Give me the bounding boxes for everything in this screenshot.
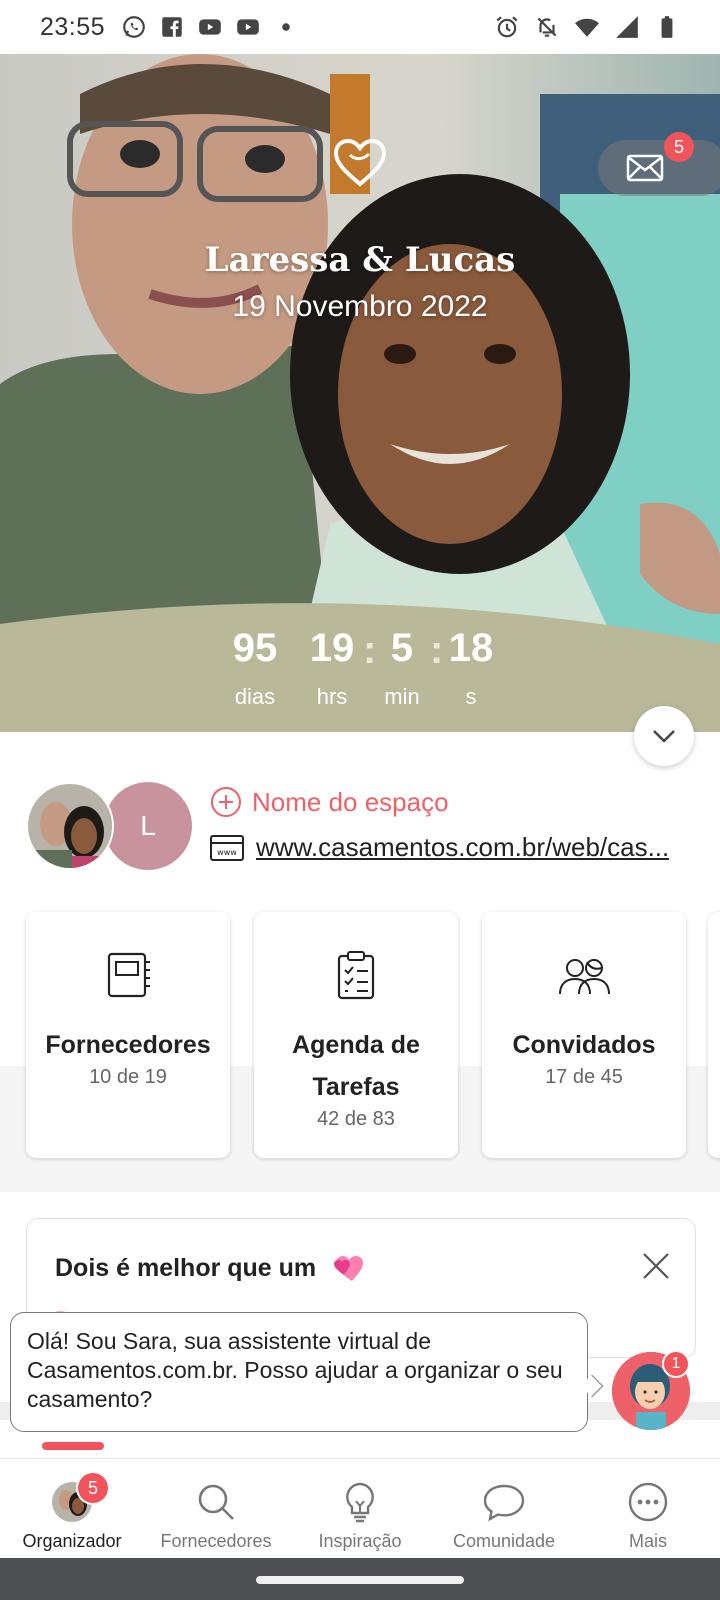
venue-label: Nome do espaço <box>252 786 449 817</box>
organizer-badge: 5 <box>76 1471 110 1505</box>
notebook-icon <box>107 952 150 998</box>
chevron-down-icon <box>653 730 675 743</box>
card-count: 10 de 19 <box>89 1066 167 1088</box>
add-venue-link[interactable]: Nome do espaço <box>210 786 449 818</box>
home-gesture-handle[interactable] <box>256 1576 464 1584</box>
card-count: 17 de 45 <box>545 1066 623 1088</box>
countdown-separator: : <box>430 628 444 672</box>
more-options-icon <box>628 1482 668 1522</box>
bottom-navigation: Organizador 5 Fornecedores Inspiração Co… <box>0 1458 720 1558</box>
hearts-icon <box>334 1256 364 1281</box>
add-circle-icon <box>211 787 241 817</box>
card-agenda-tarefas[interactable]: Agenda de Tarefas 42 de 83 <box>254 912 458 1158</box>
search-icon <box>198 1484 234 1520</box>
messages-button[interactable] <box>598 140 720 196</box>
profile-row: L Nome do espaço www www.casamentos.com.… <box>26 780 706 870</box>
alarm-icon <box>494 14 520 40</box>
more-notifications-dot-icon <box>273 14 299 40</box>
svg-text:www: www <box>217 848 237 857</box>
whatsapp-icon <box>121 14 147 40</box>
status-time: 23:55 <box>40 12 106 41</box>
youtube-icon <box>197 14 223 40</box>
card-title: Fornecedores <box>45 1031 211 1059</box>
nav-inspiracao[interactable]: Inspiração <box>288 1459 432 1558</box>
nav-comunidade[interactable]: Comunidade <box>432 1459 576 1558</box>
youtube-icon-2 <box>235 14 261 40</box>
system-gesture-bar <box>0 1558 720 1600</box>
chat-bubble-icon <box>483 1484 525 1522</box>
guests-icon <box>559 959 610 995</box>
countdown-days: 95 dias <box>232 626 278 709</box>
close-icon[interactable] <box>639 1249 673 1283</box>
card-title: Agenda de Tarefas <box>292 1031 420 1101</box>
tip-title: Dois é melhor que um <box>55 1253 366 1283</box>
notification-icons <box>121 14 299 40</box>
website-url: www.casamentos.com.br/web/cas... <box>256 832 670 862</box>
signal-icon <box>614 14 640 40</box>
couple-names: Laressa & Lucas <box>204 240 516 280</box>
status-bar: 23:55 <box>0 0 720 54</box>
collapse-hero-button[interactable] <box>634 706 694 766</box>
nav-organizador[interactable]: Organizador 5 <box>0 1459 144 1558</box>
card-next-peek[interactable] <box>708 912 720 1158</box>
envelope-icon <box>626 154 664 182</box>
card-count: 42 de 83 <box>317 1108 395 1130</box>
card-fornecedores[interactable]: Fornecedores 10 de 19 <box>26 912 230 1158</box>
card-title: Convidados <box>512 1031 656 1059</box>
assistant-badge: 1 <box>662 1350 690 1378</box>
heart-logo-icon <box>333 138 387 187</box>
countdown-minutes: 5 min <box>384 626 420 709</box>
countdown-separator: : <box>363 628 377 672</box>
system-icons <box>494 14 680 40</box>
lightbulb-icon <box>346 1482 374 1523</box>
facebook-icon <box>159 14 185 40</box>
battery-icon <box>654 14 680 40</box>
couple-avatar[interactable] <box>26 782 114 870</box>
countdown: 95 dias 19 hrs : 5 min : 18 s <box>0 628 720 728</box>
nav-mais[interactable]: Mais <box>576 1459 720 1558</box>
assistant-message-bubble[interactable]: Olá! Sou Sara, sua assistente virtual de… <box>10 1312 588 1432</box>
mute-icon <box>534 14 560 40</box>
partner-avatar[interactable]: L <box>104 782 192 870</box>
countdown-hours: 19 hrs <box>309 626 355 709</box>
wifi-icon <box>574 14 600 40</box>
section-indicator <box>42 1442 104 1450</box>
card-convidados[interactable]: Convidados 17 de 45 <box>482 912 686 1158</box>
wedding-website-link[interactable]: www www.casamentos.com.br/web/cas... <box>210 832 669 863</box>
website-icon: www <box>210 834 244 861</box>
messages-badge: 5 <box>664 132 694 162</box>
nav-fornecedores[interactable]: Fornecedores <box>144 1459 288 1558</box>
countdown-seconds: 18 s <box>448 626 494 709</box>
checklist-icon <box>337 951 375 1000</box>
wedding-date: 19 Novembro 2022 <box>232 290 488 323</box>
app-screen: 23:55 Laressa & Lucas 19 Novembro 2022 5… <box>0 0 720 1600</box>
